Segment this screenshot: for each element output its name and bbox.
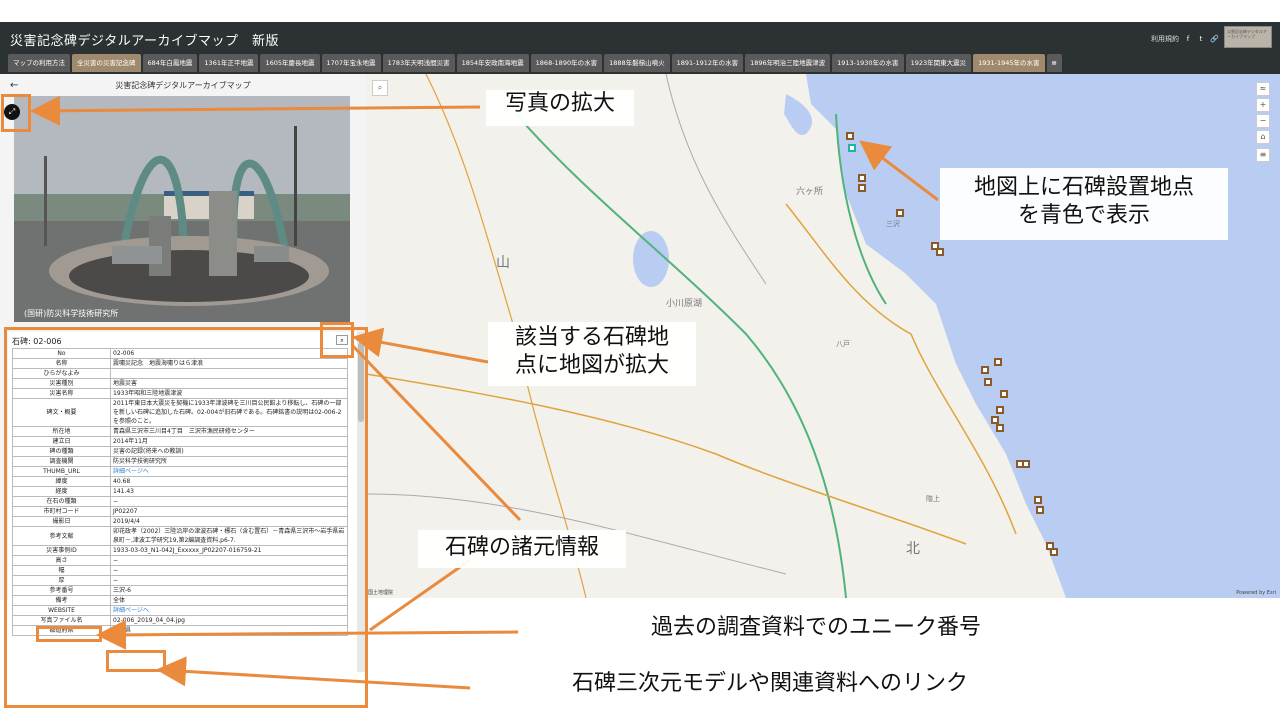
monument-marker[interactable]	[984, 378, 992, 386]
monument-marker[interactable]	[991, 416, 999, 424]
monument-marker[interactable]	[896, 209, 904, 217]
monument-marker[interactable]	[981, 366, 989, 374]
callout-unique-number: 過去の調査資料でのユニーク番号	[600, 614, 1032, 650]
map-label: 山	[496, 255, 510, 271]
list-icon[interactable]: ≡	[1256, 148, 1270, 162]
disaster-tabs: マップの利用方法 全災害の災害記念碑 684年白鳳地震 1361年正平地震 1605年慶…	[8, 54, 1062, 72]
tab-1[interactable]: 全災害の災害記念碑	[72, 54, 141, 72]
tab-14[interactable]: 1931-1945年の水害	[973, 54, 1045, 72]
monument-marker[interactable]	[1022, 460, 1030, 468]
app-title: 災害記念碑デジタルアーカイブマップ 新版	[10, 34, 279, 49]
callout-specs: 石碑の諸元情報	[418, 530, 626, 568]
callout-map-marker: 地図上に石碑設置地点 を青色で表示	[940, 168, 1228, 240]
screenshot-root: 災害記念碑デジタルアーカイブマップ 新版 利用規約 f t 🔗 災害記念碑デジタ…	[0, 0, 1280, 720]
monument-marker[interactable]	[1034, 496, 1042, 504]
tab-12[interactable]: 1913-1930年の水害	[832, 54, 904, 72]
selected-monument-marker[interactable]	[848, 144, 856, 152]
monument-marker[interactable]	[994, 358, 1002, 366]
facebook-icon[interactable]: f	[1184, 35, 1192, 43]
zoom-out-button[interactable]: −	[1256, 114, 1270, 128]
tab-3[interactable]: 1361年正平地震	[199, 54, 259, 72]
panel-title: 災害記念碑デジタルアーカイブマップ	[115, 81, 251, 90]
map-attribution-gsi: 国土地理院	[368, 590, 394, 596]
map-label: 小川原湖	[666, 299, 703, 309]
map-label: 六ヶ所	[796, 187, 824, 197]
link-icon[interactable]: 🔗	[1210, 35, 1219, 43]
tab-15[interactable]: ≣	[1046, 54, 1062, 72]
tab-13[interactable]: 1923年関東大震災	[905, 54, 972, 72]
monument-marker[interactable]	[846, 132, 854, 140]
tab-0[interactable]: マップの利用方法	[8, 54, 70, 72]
tab-9[interactable]: 1888年磐梯山噴火	[604, 54, 670, 72]
map-search-icon[interactable]: ⌕	[372, 80, 388, 96]
monument-marker[interactable]	[996, 424, 1004, 432]
tab-6[interactable]: 1783年天明浅間災害	[382, 54, 455, 72]
zoom-in-button[interactable]: +	[1256, 98, 1270, 112]
site-logo[interactable]: 災害記念碑デジタルアーカイブマップ	[1224, 26, 1272, 48]
monument-marker[interactable]	[996, 406, 1004, 414]
ref-number-highlight	[36, 626, 102, 642]
collapse-icon[interactable]: ≈	[1256, 82, 1270, 96]
tab-11[interactable]: 1896年明治三陸地震津波	[745, 54, 831, 72]
photo-illustration	[14, 96, 350, 322]
monument-marker[interactable]	[1000, 390, 1008, 398]
tab-10[interactable]: 1891-1912年の水害	[671, 54, 744, 72]
website-highlight	[106, 650, 166, 672]
terms-link[interactable]: 利用規約	[1151, 34, 1179, 44]
monument-marker[interactable]	[858, 184, 866, 192]
monument-photo: (国研)防災科学技術研究所	[14, 96, 350, 322]
map-label: 北	[906, 541, 920, 557]
map-label: 三沢	[886, 220, 900, 228]
photo-credit: (国研)防災科学技術研究所	[24, 309, 119, 318]
attribute-highlight	[4, 327, 368, 708]
monument-marker[interactable]	[1036, 506, 1044, 514]
callout-photo-zoom: 写真の拡大	[486, 90, 634, 126]
zoom-button-highlight	[320, 322, 354, 358]
callout-links: 石碑三次元モデルや関連資料へのリンク	[520, 670, 1020, 706]
home-icon[interactable]: ⌂	[1256, 130, 1270, 144]
twitter-icon[interactable]: t	[1197, 35, 1205, 43]
map-label: 八戸	[836, 340, 850, 348]
tab-4[interactable]: 1605年慶長地震	[260, 54, 320, 72]
header-links: 利用規約 f t 🔗	[1151, 34, 1219, 44]
map-attribution-esri: Powered by Esri	[1236, 590, 1276, 596]
photo-zoom-highlight	[1, 94, 31, 132]
callout-map-zoom: 該当する石碑地 点に地図が拡大	[488, 322, 696, 386]
map-label: 階上	[926, 495, 940, 503]
tab-8[interactable]: 1868-1890年の水害	[530, 54, 603, 72]
logo-text: 災害記念碑デジタルアーカイブマップ	[1227, 29, 1267, 39]
tab-2[interactable]: 684年白鳳地震	[142, 54, 198, 72]
tab-5[interactable]: 1707年宝永地震	[321, 54, 381, 72]
monument-marker[interactable]	[1050, 548, 1058, 556]
tab-7[interactable]: 1854年安政南海地震	[456, 54, 529, 72]
monument-marker[interactable]	[936, 248, 944, 256]
monument-marker[interactable]	[858, 174, 866, 182]
